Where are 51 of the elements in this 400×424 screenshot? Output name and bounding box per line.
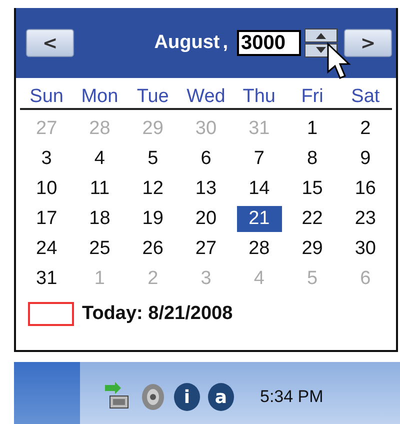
year-input-field[interactable]: 3000 xyxy=(237,30,301,56)
previous-month-button[interactable]: < xyxy=(26,29,74,57)
date-cell[interactable]: 11 xyxy=(84,176,116,202)
date-cell[interactable]: 24 xyxy=(30,236,64,262)
date-cell[interactable]: 15 xyxy=(296,176,329,202)
weekday-header: Fri xyxy=(301,86,324,108)
date-cell[interactable]: 26 xyxy=(136,236,170,262)
weekday-header: Wed xyxy=(186,86,226,108)
date-cell[interactable]: 7 xyxy=(248,146,270,172)
date-cell[interactable]: 19 xyxy=(136,206,170,232)
weekday-header: Sun xyxy=(30,86,64,108)
date-cell[interactable]: 29 xyxy=(296,236,329,262)
taskbar-button-area xyxy=(14,362,80,424)
date-cell[interactable]: 27 xyxy=(189,236,223,262)
today-marker xyxy=(28,302,74,326)
date-cell[interactable]: 18 xyxy=(83,206,116,232)
date-cell[interactable]: 3 xyxy=(35,146,58,172)
date-cell[interactable]: 17 xyxy=(30,206,64,232)
date-cell[interactable]: 14 xyxy=(242,176,276,202)
date-cell[interactable]: 16 xyxy=(348,176,382,202)
date-cell[interactable]: 13 xyxy=(189,176,223,202)
date-cell[interactable]: 23 xyxy=(348,206,382,232)
date-cell[interactable]: 25 xyxy=(83,236,116,262)
date-cell[interactable]: 8 xyxy=(300,146,324,172)
selected-date[interactable]: 21 xyxy=(236,206,282,232)
weekday-header: Mon xyxy=(81,86,118,108)
date-cell[interactable]: 10 xyxy=(30,176,64,202)
date-cell[interactable]: 22 xyxy=(296,206,329,232)
next-month-button[interactable]: > xyxy=(344,29,392,57)
today-link[interactable]: Today: 8/21/2008 xyxy=(82,303,233,325)
date-cell[interactable]: 31 xyxy=(30,266,64,292)
date-cell[interactable]: 12 xyxy=(136,176,170,202)
tray-icon[interactable]: i xyxy=(174,383,200,411)
weekday-header: Thu xyxy=(242,86,276,108)
date-cell[interactable]: 20 xyxy=(189,206,223,232)
date-cell[interactable]: 30 xyxy=(348,236,382,262)
date-cell[interactable]: 6 xyxy=(194,146,218,172)
weekday-header: Tue xyxy=(136,86,169,108)
date-cell[interactable]: 4 xyxy=(88,146,111,172)
date-cell[interactable]: 9 xyxy=(354,146,377,172)
date-cell[interactable]: 28 xyxy=(242,236,276,262)
speaker-icon[interactable] xyxy=(140,383,166,411)
tray-icon[interactable]: a xyxy=(208,383,234,411)
month-label: August xyxy=(154,32,220,54)
separator: , xyxy=(222,32,228,54)
date-cell[interactable]: 5 xyxy=(142,146,164,172)
mouse-pointer-icon xyxy=(326,42,352,80)
date-cell[interactable]: 1 xyxy=(300,116,324,142)
weekday-header: Sat xyxy=(351,86,380,108)
clock[interactable]: 5:34 PM xyxy=(260,387,324,407)
date-cell[interactable]: 2 xyxy=(354,116,377,142)
